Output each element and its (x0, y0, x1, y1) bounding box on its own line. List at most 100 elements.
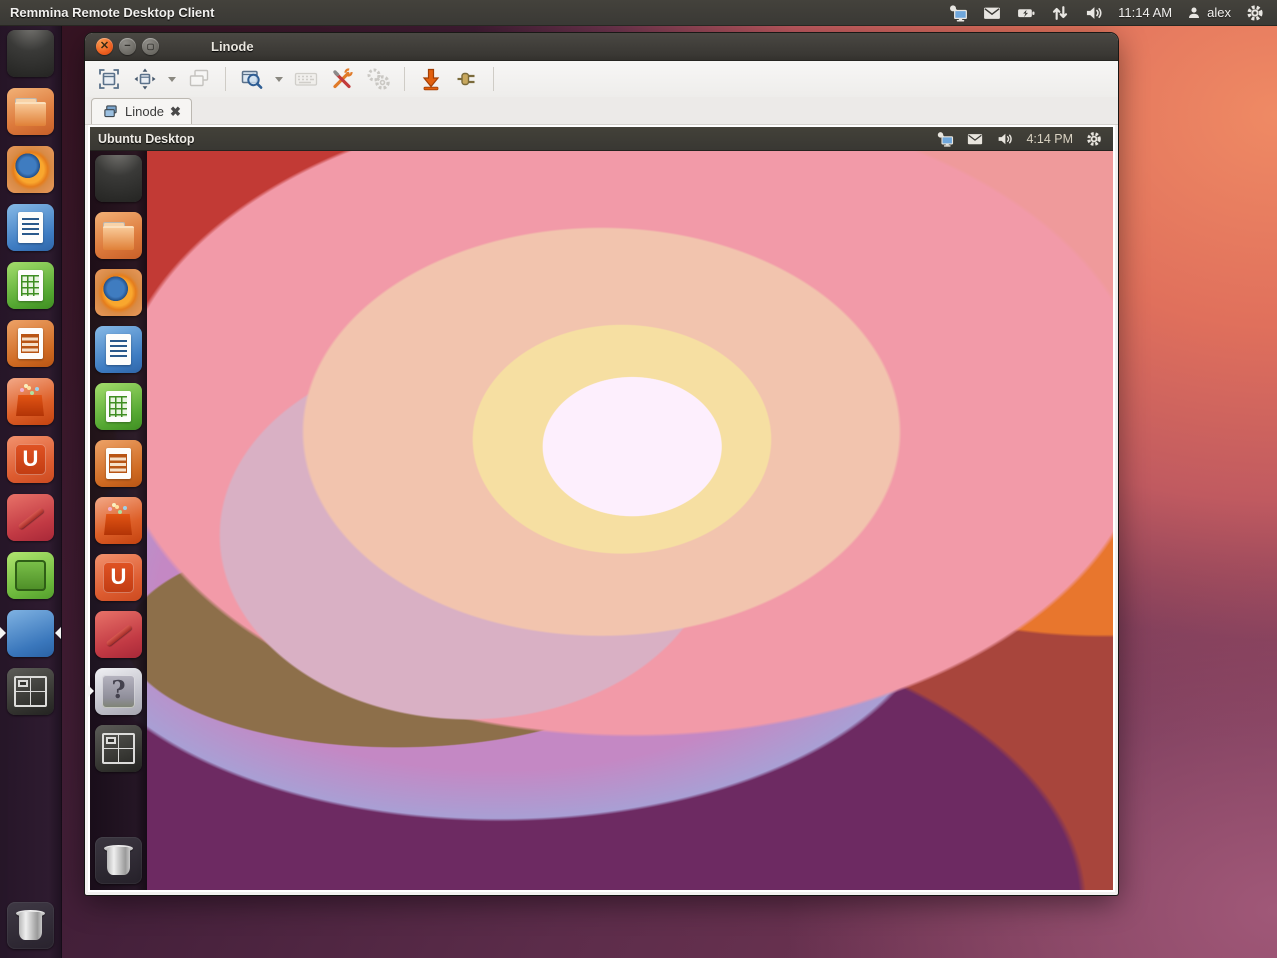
active-app-title: Remmina Remote Desktop Client (0, 5, 214, 20)
remote-clock[interactable]: 4:14 PM (1026, 132, 1073, 146)
remote-desktop-viewport[interactable]: Ubuntu Desktop 4:14 PM U (88, 125, 1115, 892)
remote-session-icon[interactable] (936, 130, 954, 148)
fit-window-dropdown[interactable] (165, 64, 179, 94)
launcher-item-libreoffice-impress[interactable] (7, 320, 54, 367)
launcher-item-firefox[interactable] (7, 146, 54, 193)
tab-connection-icon (102, 104, 119, 119)
mail-icon[interactable] (982, 3, 1002, 23)
window-minimize-button[interactable]: − (119, 38, 136, 55)
files-icon (7, 88, 54, 135)
focused-indicator-arrow (55, 627, 61, 639)
unknown-app-icon: ? (95, 668, 142, 715)
launcher-item-files[interactable] (7, 88, 54, 135)
launcher-item-ubuntu-dash[interactable] (7, 30, 54, 77)
tab-linode[interactable]: Linode ✖ (91, 98, 192, 124)
tools-button[interactable] (326, 64, 358, 94)
system-settings-icon (7, 494, 54, 541)
scaled-mode-dropdown[interactable] (272, 64, 286, 94)
remote-wallpaper[interactable] (90, 151, 1113, 890)
running-indicator-arrow (0, 627, 6, 639)
libreoffice-calc-icon (7, 262, 54, 309)
top-panel: Remmina Remote Desktop Client 11:14 AM a… (0, 0, 1277, 26)
libreoffice-writer-icon (95, 326, 142, 373)
remote-launcher-item-unknown-app[interactable]: ? (95, 668, 142, 715)
battery-icon[interactable] (1016, 3, 1036, 23)
remote-launcher-item-trash[interactable] (95, 837, 142, 884)
launcher-item-workspace-switcher[interactable] (7, 668, 54, 715)
launcher-item-ubuntu-software[interactable] (7, 552, 54, 599)
ubuntu-one-icon: U (95, 554, 142, 601)
ubuntu-dash-icon (7, 30, 54, 77)
user-icon (1186, 5, 1202, 21)
ubuntu-one-icon: U (7, 436, 54, 483)
launcher-item-trash[interactable] (7, 902, 54, 949)
ubuntu-software-icon (7, 552, 54, 599)
launcher-item-libreoffice-writer[interactable] (7, 204, 54, 251)
trash-icon (7, 902, 54, 949)
session-gear-icon[interactable] (1085, 130, 1103, 148)
trash-icon (95, 837, 142, 884)
toolbar-separator (404, 67, 405, 91)
indicator-area: 11:14 AM alex (948, 3, 1277, 23)
remote-top-panel: Ubuntu Desktop 4:14 PM (90, 127, 1113, 151)
preferences-button (362, 64, 394, 94)
remmina-icon (7, 610, 54, 657)
remmina-window: ✕ − ▢ Linode Linode ✖ (85, 33, 1118, 895)
launcher-item-remmina[interactable] (7, 610, 54, 657)
scaled-mode-button[interactable] (236, 64, 268, 94)
workspace-switcher-icon (95, 725, 142, 772)
mail-icon[interactable] (966, 130, 984, 148)
remote-launcher-item-libreoffice-calc[interactable] (95, 383, 142, 430)
remote-launcher-item-libreoffice-impress[interactable] (95, 440, 142, 487)
toolbar-separator (493, 67, 494, 91)
remote-launcher-item-ubuntu-dash[interactable] (95, 155, 142, 202)
disconnect-button[interactable] (451, 64, 483, 94)
fit-window-button[interactable] (129, 64, 161, 94)
remote-session-icon[interactable] (948, 3, 968, 23)
remote-launcher-item-system-settings[interactable] (95, 611, 142, 658)
remote-launcher-item-software-center[interactable] (95, 497, 142, 544)
launcher-item-ubuntu-one[interactable]: U (7, 436, 54, 483)
network-traffic-icon[interactable] (1050, 3, 1070, 23)
user-name: alex (1207, 5, 1231, 20)
remote-launcher-item-ubuntu-one[interactable]: U (95, 554, 142, 601)
remote-indicator-area: 4:14 PM (936, 130, 1113, 148)
connection-tabbar: Linode ✖ (85, 97, 1118, 125)
libreoffice-writer-icon (7, 204, 54, 251)
tab-label: Linode (125, 104, 164, 119)
volume-icon[interactable] (1084, 3, 1104, 23)
launcher-item-libreoffice-calc[interactable] (7, 262, 54, 309)
remote-active-app-title: Ubuntu Desktop (90, 132, 195, 146)
ubuntu-dash-icon (95, 155, 142, 202)
files-icon (95, 212, 142, 259)
window-close-button[interactable]: ✕ (96, 38, 113, 55)
volume-icon[interactable] (996, 130, 1014, 148)
window-title: Linode (211, 39, 254, 54)
grab-keyboard-button (290, 64, 322, 94)
session-gear-icon[interactable] (1245, 3, 1265, 23)
unity-launcher: U (0, 26, 62, 958)
remote-launcher-item-workspace-switcher[interactable] (95, 725, 142, 772)
remote-launcher-item-firefox[interactable] (95, 269, 142, 316)
desktop-wallpaper: Remmina Remote Desktop Client 11:14 AM a… (0, 0, 1277, 958)
remote-launcher-item-libreoffice-writer[interactable] (95, 326, 142, 373)
software-center-icon (7, 378, 54, 425)
launcher-item-software-center[interactable] (7, 378, 54, 425)
duplicate-connection-button (183, 64, 215, 94)
user-menu[interactable]: alex (1186, 5, 1231, 21)
workspace-switcher-icon (7, 668, 54, 715)
minimize-window-button[interactable] (415, 64, 447, 94)
libreoffice-impress-icon (95, 440, 142, 487)
launcher-item-system-settings[interactable] (7, 494, 54, 541)
remote-launcher-item-files[interactable] (95, 212, 142, 259)
firefox-icon (95, 269, 142, 316)
window-titlebar[interactable]: ✕ − ▢ Linode (85, 33, 1118, 61)
tab-close-icon[interactable]: ✖ (170, 104, 181, 120)
toggle-fullscreen-button[interactable] (93, 64, 125, 94)
toolbar-separator (225, 67, 226, 91)
libreoffice-calc-icon (95, 383, 142, 430)
clock[interactable]: 11:14 AM (1118, 5, 1172, 20)
running-indicator-arrow (88, 685, 94, 697)
window-maximize-button[interactable]: ▢ (142, 38, 159, 55)
system-settings-icon (95, 611, 142, 658)
